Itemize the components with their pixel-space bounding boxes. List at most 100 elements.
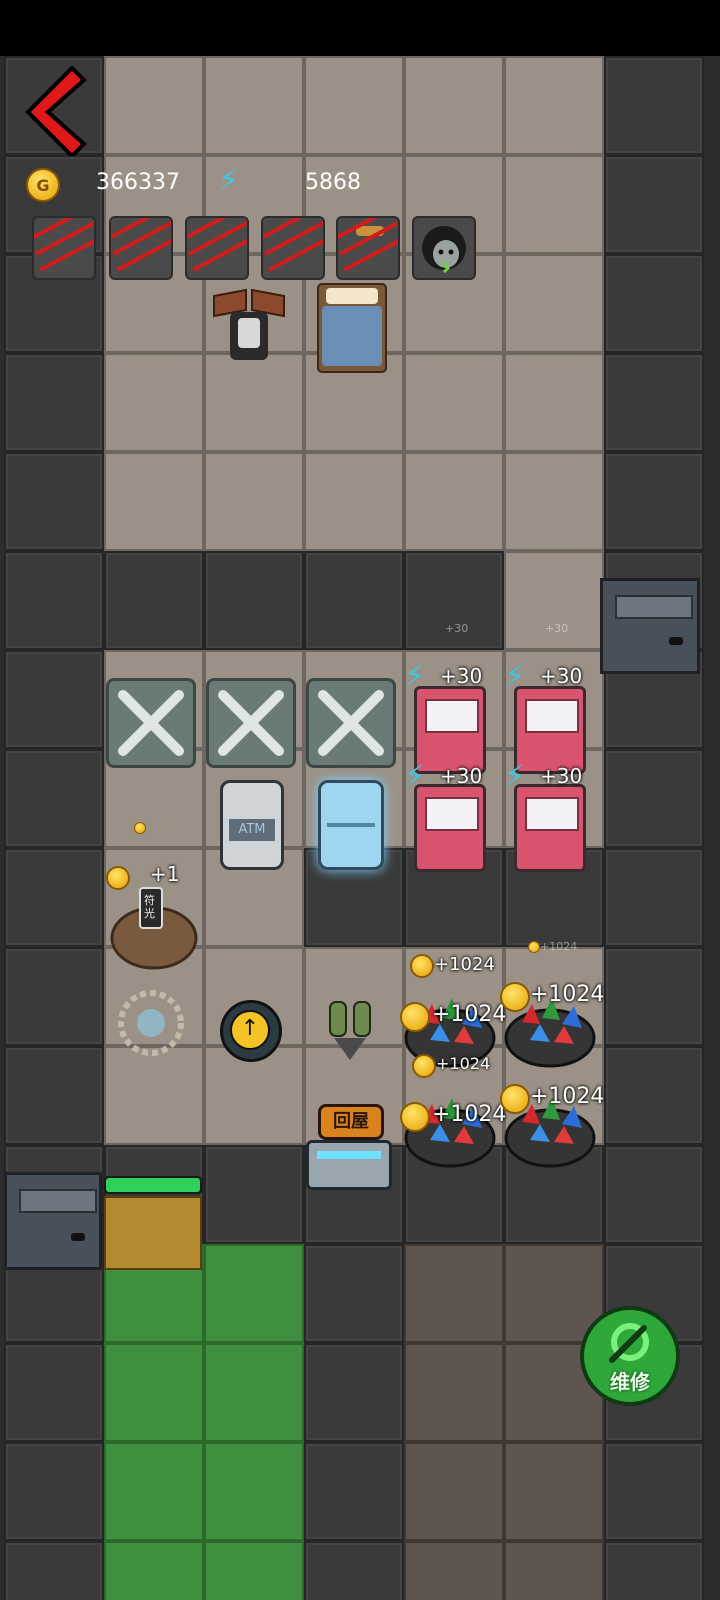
coin-icon: [528, 941, 540, 953]
tile: [404, 353, 504, 452]
tile: [304, 56, 404, 155]
home-button[interactable]: 回屋: [318, 1104, 384, 1140]
tile: [104, 452, 204, 551]
coin-icon: [400, 1102, 430, 1132]
tile: [604, 1046, 704, 1145]
dirt-mound[interactable]: 符光: [106, 880, 200, 970]
energy-gain-3: +30: [440, 764, 483, 788]
tile: [604, 749, 704, 848]
tile: [604, 155, 704, 254]
coin-icon: [500, 1084, 530, 1114]
game-stage: G 366337 ⚡ 5868 +30 +30 ⚡ +30 ⚡ +30 ⚡ +3…: [0, 0, 720, 1600]
tile: [4, 353, 104, 452]
jetpack[interactable]: [322, 998, 378, 1062]
tile: [304, 1343, 404, 1442]
coin-gain-3: +1024: [530, 982, 605, 1007]
arcade-machine-3[interactable]: [414, 784, 486, 872]
tile: [504, 155, 604, 254]
tile: [304, 1442, 404, 1541]
lightning-icon: ⚡: [404, 659, 426, 694]
wrench-gear-icon: [609, 1323, 649, 1363]
coin-icon: [412, 1054, 436, 1078]
tile: [504, 254, 604, 353]
tile: [4, 1541, 104, 1600]
tile: [4, 749, 104, 848]
wardrobe[interactable]: [208, 288, 290, 364]
bed[interactable]: [314, 282, 390, 376]
enemy-slot-3[interactable]: [185, 216, 249, 280]
lightning-icon: ⚡: [404, 759, 426, 794]
coin-gain-2: +1024: [432, 1002, 507, 1027]
coin-gain-small: +1: [150, 862, 180, 886]
tomb-text: 符光: [144, 894, 155, 920]
coin-gain-4: +1024: [436, 1054, 491, 1073]
atm-screen: ATM: [229, 819, 275, 841]
thorn-nest[interactable]: [104, 978, 198, 1068]
tile: [204, 56, 304, 155]
tool-crate-3[interactable]: [306, 678, 396, 768]
tile: [504, 551, 604, 650]
tile: [104, 1442, 204, 1541]
tile: [604, 1145, 704, 1244]
tile: [604, 1442, 704, 1541]
tile: [504, 56, 604, 155]
atm-machine[interactable]: ATM: [220, 780, 284, 870]
tile: [604, 254, 704, 353]
coin-icon: [410, 954, 434, 978]
energy-gain-1: +30: [440, 664, 483, 688]
tool-crate-1[interactable]: [106, 678, 196, 768]
faint-coin-hint: +1024: [540, 940, 578, 953]
tile: [604, 353, 704, 452]
door-left[interactable]: [4, 1172, 102, 1270]
tile: [404, 56, 504, 155]
tile: [204, 1244, 304, 1343]
upgrade-arrow-icon: ↑: [230, 1010, 270, 1050]
enemy-slot-2[interactable]: [109, 216, 173, 280]
tile: [204, 1442, 304, 1541]
energy-gain-4: +30: [540, 764, 583, 788]
enemy-slot-6[interactable]: [412, 216, 476, 280]
coin-icon: [500, 982, 530, 1012]
fridge[interactable]: [318, 780, 384, 870]
energy-count: 5868: [305, 170, 361, 195]
energy-gain-2: +30: [540, 664, 583, 688]
status-bar: [0, 0, 720, 56]
enemy-slot-5[interactable]: [336, 216, 400, 280]
upgrade-station[interactable]: ↑: [216, 990, 290, 1062]
barricade[interactable]: [104, 1196, 202, 1270]
tile: [304, 1244, 404, 1343]
teleporter-device[interactable]: [306, 1140, 392, 1190]
tile: [404, 452, 504, 551]
coin-icon: [106, 866, 130, 890]
door-right[interactable]: [600, 578, 700, 674]
tile: [4, 452, 104, 551]
coin-gain-1: +1024: [434, 954, 495, 975]
tile: [604, 1541, 704, 1600]
tile: [304, 551, 404, 650]
tile: [604, 56, 704, 155]
tile: [404, 551, 504, 650]
tile: [104, 56, 204, 155]
back-arrow-icon: [25, 65, 87, 159]
repair-button[interactable]: 维修: [580, 1306, 680, 1406]
coin-gain-6: +1024: [530, 1084, 605, 1109]
tile: [604, 452, 704, 551]
tool-crate-2[interactable]: [206, 678, 296, 768]
enemy-slot-4[interactable]: [261, 216, 325, 280]
tile: [204, 1541, 304, 1600]
faint-energy-hint-1: +30: [445, 622, 469, 635]
barricade-health-bar: [104, 1176, 202, 1194]
arcade-machine-4[interactable]: [514, 784, 586, 872]
tile: [404, 1343, 504, 1442]
tile: [104, 353, 204, 452]
tile: [4, 947, 104, 1046]
enemy-slot-1[interactable]: [32, 216, 96, 280]
coin-icon: G: [26, 168, 60, 202]
lightning-icon: ⚡: [504, 659, 526, 694]
tile: [304, 452, 404, 551]
tile: [104, 1541, 204, 1600]
tile: [4, 1046, 104, 1145]
tile: [204, 1343, 304, 1442]
back-button[interactable]: [22, 65, 92, 159]
coin-icon: [134, 822, 146, 834]
